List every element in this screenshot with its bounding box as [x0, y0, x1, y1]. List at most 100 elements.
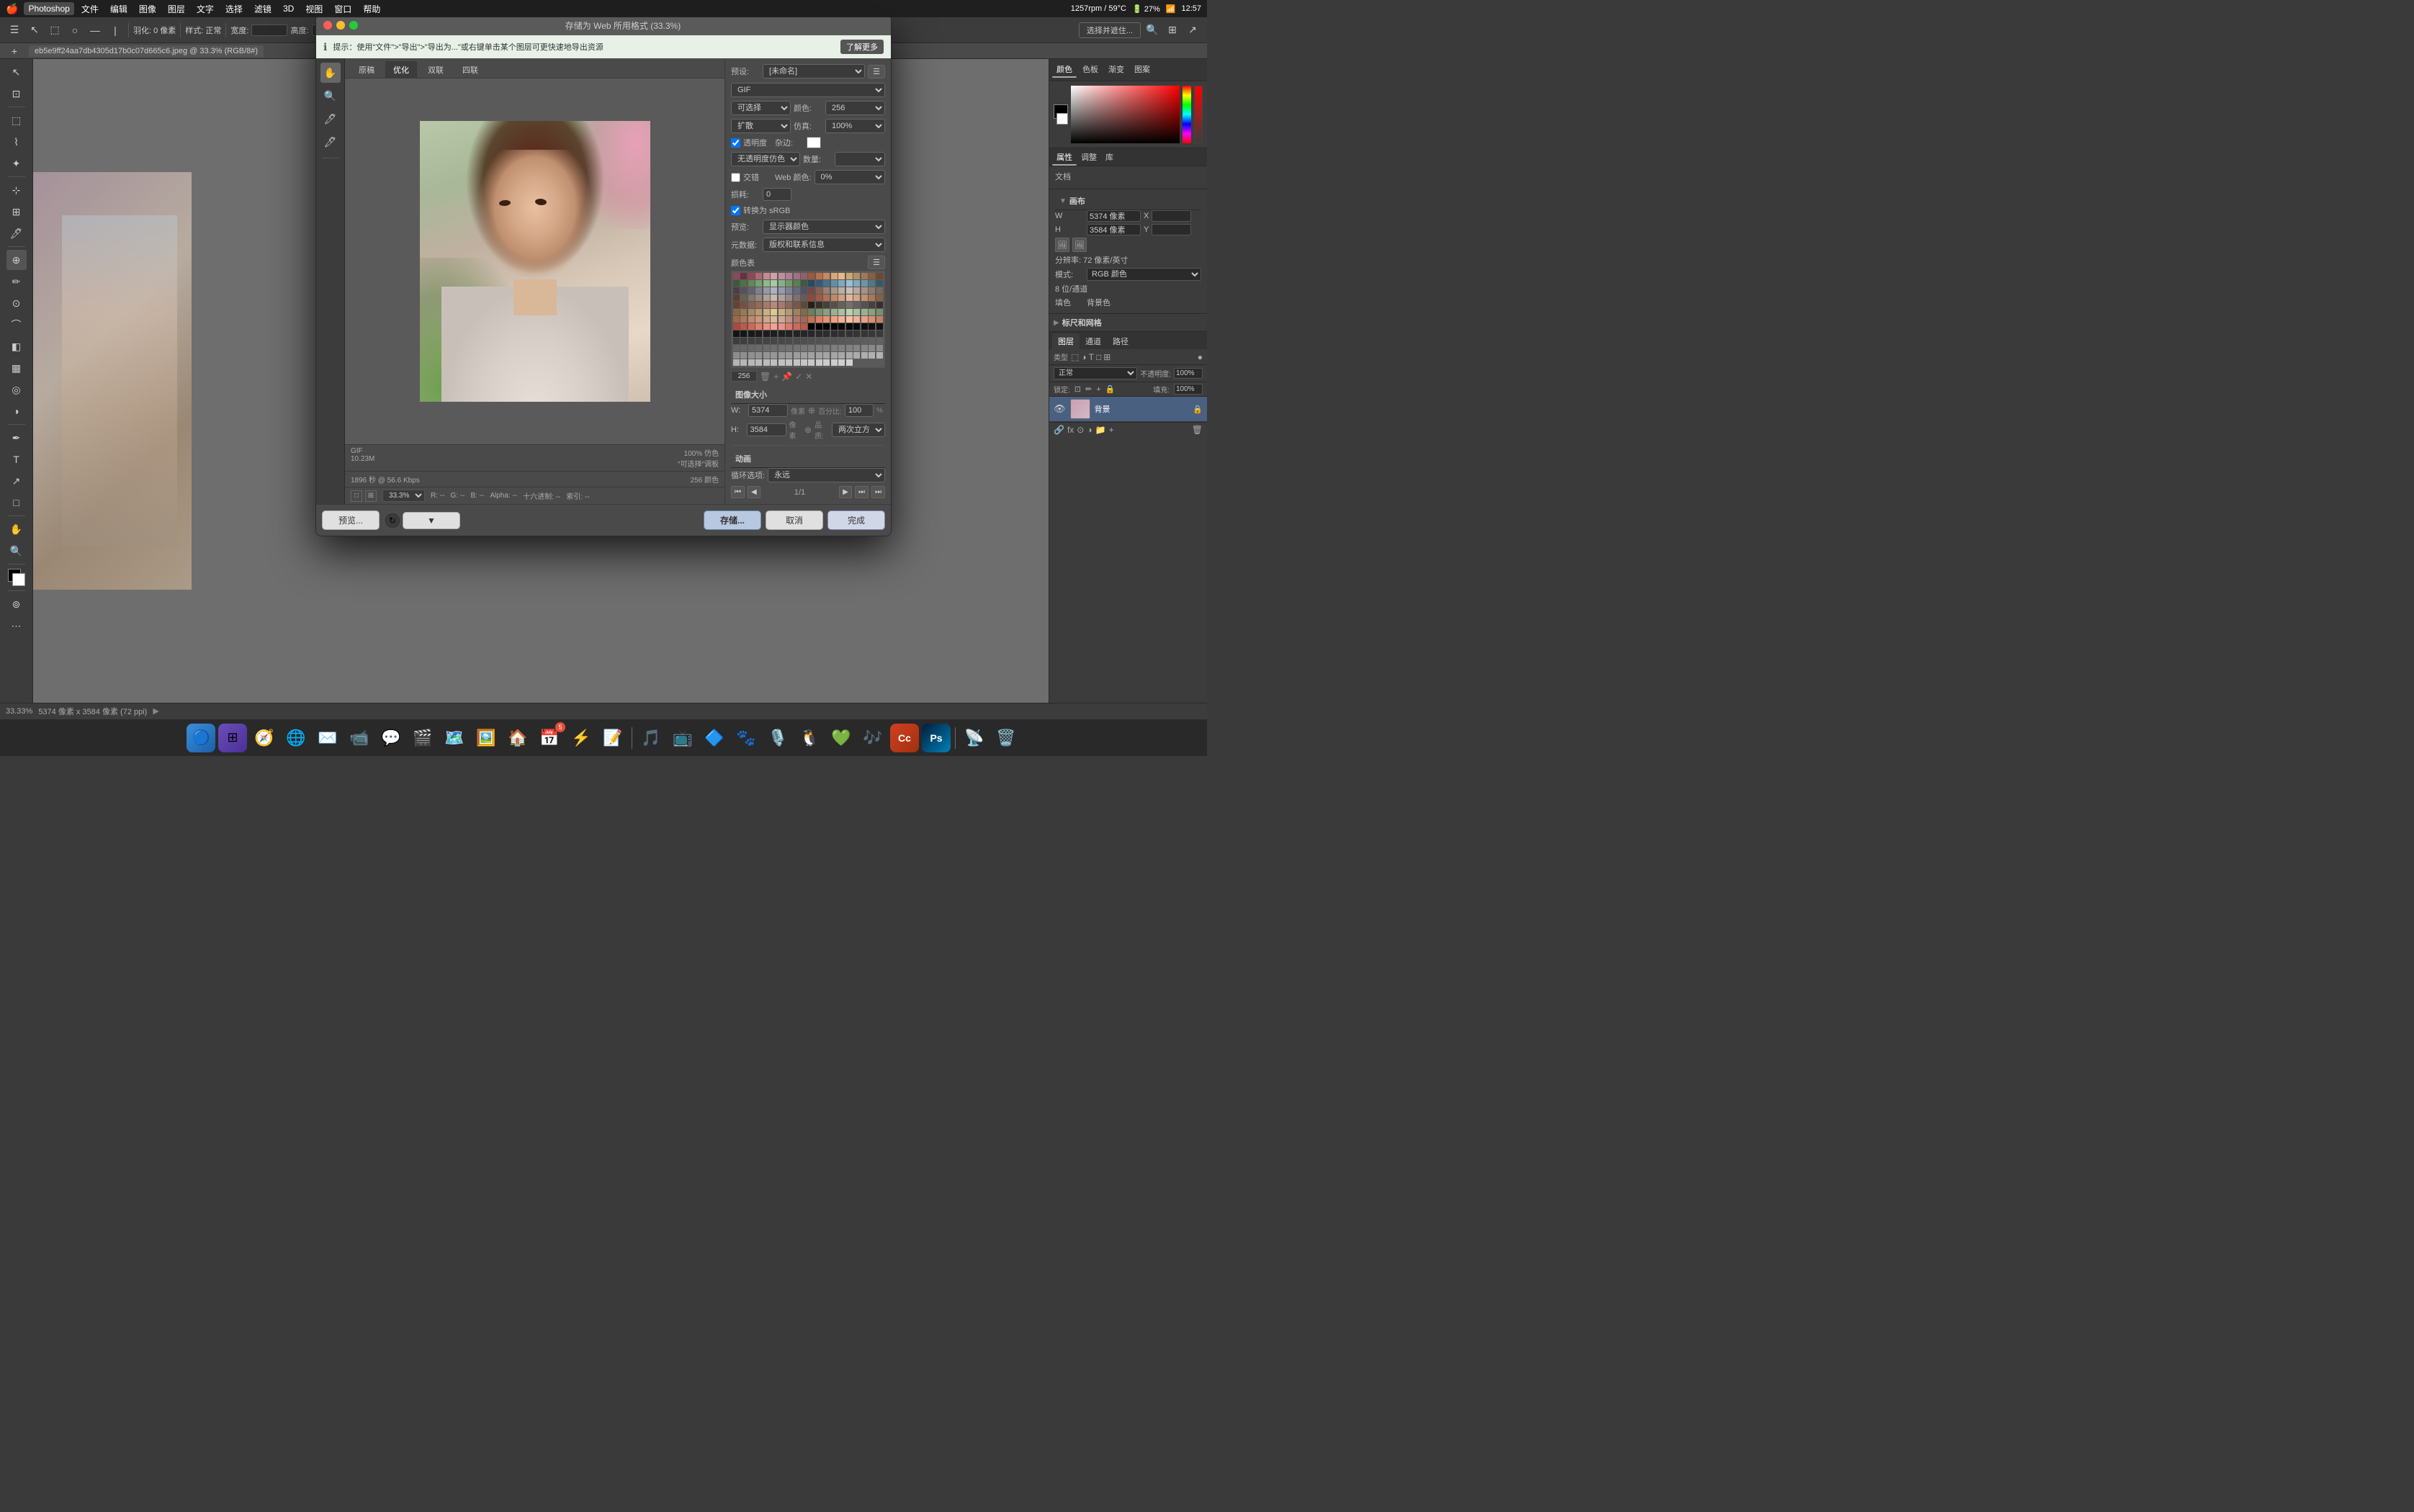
zoom-select[interactable]: 33.3% [382, 490, 425, 502]
color-cell[interactable] [755, 338, 762, 344]
preview-tab-2up[interactable]: 双联 [420, 61, 452, 78]
matte-color[interactable] [807, 137, 821, 148]
color-cell[interactable] [838, 338, 845, 344]
color-cell[interactable] [876, 338, 883, 344]
color-cell[interactable] [846, 345, 853, 351]
color-cell[interactable] [748, 323, 755, 330]
color-cell[interactable] [861, 287, 868, 294]
color-cell[interactable] [831, 352, 838, 359]
color-cell[interactable] [869, 330, 875, 337]
menu-view[interactable]: 视图 [301, 1, 327, 17]
color-cell[interactable] [831, 309, 838, 315]
color-cell[interactable] [808, 294, 815, 301]
color-cell[interactable] [808, 330, 815, 337]
color-cell[interactable] [831, 330, 838, 337]
color-cell[interactable] [786, 309, 792, 315]
color-count-input[interactable] [731, 371, 757, 382]
color-cell[interactable] [740, 287, 747, 294]
color-cell[interactable] [801, 352, 807, 359]
color-cell[interactable] [869, 294, 875, 301]
dlg-tool-hand[interactable]: ✋ [320, 63, 341, 83]
color-cell[interactable] [823, 316, 830, 323]
color-cell[interactable] [816, 323, 822, 330]
menu-filter[interactable]: 滤镜 [250, 1, 276, 17]
color-cell[interactable] [823, 287, 830, 294]
view-icon1[interactable]: □ [351, 490, 362, 502]
color-cell[interactable] [808, 338, 815, 344]
color-cell[interactable] [779, 294, 785, 301]
color-cell[interactable] [740, 294, 747, 301]
color-cell[interactable] [755, 273, 762, 279]
amount-select[interactable] [835, 152, 885, 166]
color-cell[interactable] [794, 330, 800, 337]
color-cell[interactable] [808, 302, 815, 308]
info-link[interactable]: 了解更多 [840, 40, 884, 54]
color-cell[interactable] [831, 345, 838, 351]
preview-btn[interactable]: 预览... [322, 510, 380, 530]
dither-select[interactable]: 扩散 [731, 119, 791, 133]
menu-window[interactable]: 窗口 [330, 1, 356, 17]
menu-photoshop[interactable]: Photoshop [24, 2, 73, 15]
color-cell[interactable] [853, 323, 860, 330]
color-cell[interactable] [808, 345, 815, 351]
color-cell[interactable] [876, 309, 883, 315]
color-cell[interactable] [861, 323, 868, 330]
color-cell[interactable] [748, 294, 755, 301]
color-cell[interactable] [876, 345, 883, 351]
color-cell[interactable] [861, 302, 868, 308]
color-cell[interactable] [808, 309, 815, 315]
color-cell[interactable] [763, 294, 770, 301]
color-cell[interactable] [823, 309, 830, 315]
color-cell[interactable] [794, 359, 800, 366]
color-cell[interactable] [786, 294, 792, 301]
menu-select[interactable]: 选择 [221, 1, 247, 17]
color-cell[interactable] [733, 352, 740, 359]
color-cell[interactable] [838, 359, 845, 366]
color-cell[interactable] [846, 316, 853, 323]
color-cell[interactable] [763, 302, 770, 308]
color-cell[interactable] [846, 330, 853, 337]
color-cell[interactable] [794, 338, 800, 344]
color-cell[interactable] [779, 316, 785, 323]
color-cell[interactable] [831, 323, 838, 330]
color-cell[interactable] [823, 338, 830, 344]
color-cell[interactable] [831, 273, 838, 279]
color-cell[interactable] [748, 352, 755, 359]
color-cell[interactable] [786, 316, 792, 323]
color-cell[interactable] [801, 323, 807, 330]
color-cell[interactable] [816, 273, 822, 279]
color-cell[interactable] [740, 359, 747, 366]
color-cell[interactable] [801, 273, 807, 279]
dlg-tool-eyedropper2[interactable]: 🖊 [320, 132, 341, 152]
color-cell[interactable] [801, 316, 807, 323]
color-cell[interactable] [779, 323, 785, 330]
color-cell[interactable] [823, 330, 830, 337]
color-cell[interactable] [853, 345, 860, 351]
color-cell[interactable] [838, 309, 845, 315]
color-cell[interactable] [869, 323, 875, 330]
ct-delete-icon[interactable]: ✕ [805, 372, 812, 382]
color-cell[interactable] [876, 302, 883, 308]
color-cell[interactable] [779, 330, 785, 337]
color-cell[interactable] [786, 359, 792, 366]
color-cell[interactable] [838, 294, 845, 301]
color-cell[interactable] [853, 302, 860, 308]
color-cell[interactable] [740, 316, 747, 323]
simulate-select[interactable]: 100% [825, 119, 885, 133]
color-cell[interactable] [816, 338, 822, 344]
color-cell[interactable] [816, 280, 822, 287]
color-cell[interactable] [771, 316, 777, 323]
color-cell[interactable] [771, 302, 777, 308]
color-cell[interactable] [733, 309, 740, 315]
minimize-button[interactable] [336, 21, 345, 30]
color-cell[interactable] [876, 294, 883, 301]
color-cell[interactable] [763, 287, 770, 294]
refresh-icon[interactable]: ↻ [384, 512, 401, 529]
color-cell[interactable] [861, 352, 868, 359]
color-cell[interactable] [853, 287, 860, 294]
color-cell[interactable] [794, 273, 800, 279]
color-cell[interactable] [838, 352, 845, 359]
color-cell[interactable] [876, 323, 883, 330]
color-cell[interactable] [853, 330, 860, 337]
color-cell[interactable] [740, 280, 747, 287]
